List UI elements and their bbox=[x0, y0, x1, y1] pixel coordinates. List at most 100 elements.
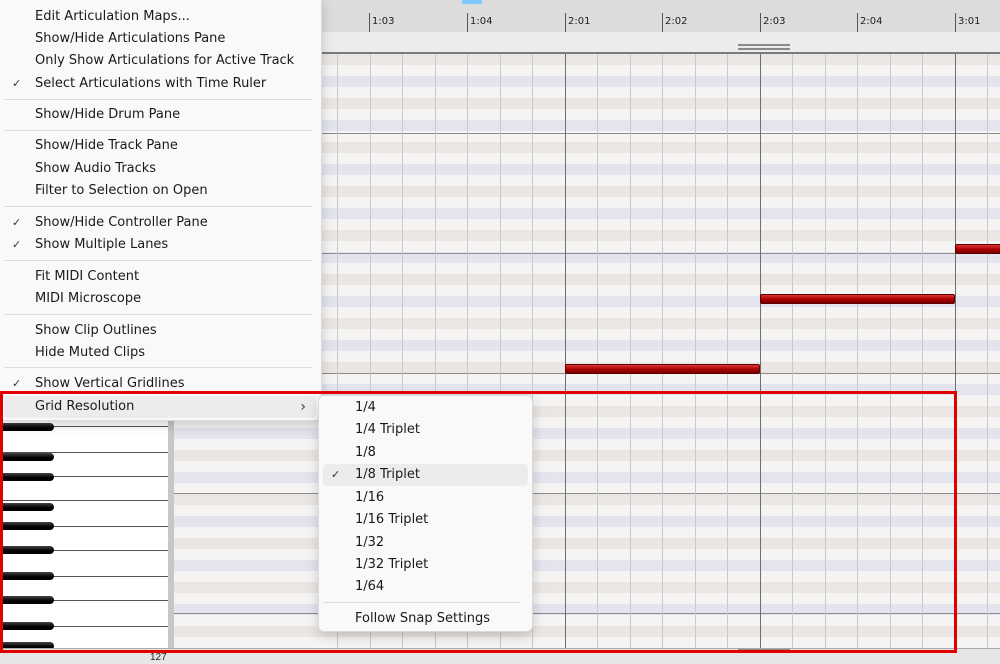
menu-item[interactable]: Edit Articulation Maps... bbox=[4, 6, 316, 28]
ruler-tick bbox=[857, 13, 858, 32]
submenu-item[interactable]: ✓ 1/8 Triplet bbox=[323, 464, 528, 486]
beat-gridline bbox=[695, 54, 696, 660]
menu-separator bbox=[4, 260, 312, 261]
submenu-item[interactable]: 1/16 Triplet bbox=[323, 509, 528, 531]
menu-separator bbox=[4, 314, 312, 315]
menu-item[interactable]: Show Audio Tracks bbox=[4, 158, 316, 180]
playhead-marker[interactable] bbox=[462, 0, 482, 4]
ruler-label: 2:01 bbox=[568, 16, 591, 27]
submenu-item[interactable]: Follow Snap Settings bbox=[323, 608, 528, 630]
ruler-label: 1:03 bbox=[372, 16, 395, 27]
menu-item[interactable]: ✓ Show/Hide Controller Pane bbox=[4, 212, 316, 234]
scroll-grip[interactable] bbox=[738, 649, 790, 651]
beat-gridline bbox=[597, 54, 598, 660]
beat-gridline bbox=[857, 54, 858, 660]
black-key[interactable] bbox=[0, 423, 54, 431]
menu-item[interactable]: ✓ Show Vertical Gridlines bbox=[4, 373, 316, 395]
menu-item-label: Show/Hide Controller Pane bbox=[35, 215, 208, 230]
menu-item[interactable]: Show Clip Outlines bbox=[4, 320, 316, 342]
piano-keyboard[interactable] bbox=[0, 420, 174, 650]
checkmark-icon: ✓ bbox=[12, 377, 22, 390]
menu-item[interactable]: Show/Hide Articulations Pane bbox=[4, 28, 316, 50]
ruler-tick bbox=[565, 13, 566, 32]
midi-note[interactable] bbox=[760, 294, 955, 304]
chevron-right-icon: › bbox=[300, 399, 306, 415]
checkmark-icon: ✓ bbox=[12, 216, 22, 229]
menu-item[interactable]: Hide Muted Clips bbox=[4, 342, 316, 364]
menu-item[interactable]: Only Show Articulations for Active Track bbox=[4, 50, 316, 72]
submenu-item[interactable]: 1/16 bbox=[323, 487, 528, 509]
ruler-tick bbox=[467, 13, 468, 32]
submenu-item[interactable]: 1/4 bbox=[323, 397, 528, 419]
black-key[interactable] bbox=[0, 503, 54, 511]
menu-item-grid-resolution[interactable]: Grid Resolution › bbox=[4, 396, 316, 418]
scroll-grip[interactable] bbox=[738, 44, 790, 46]
black-key[interactable] bbox=[0, 546, 54, 554]
submenu-item-label: 1/16 bbox=[355, 490, 385, 505]
menu-item[interactable]: ✓ Show Multiple Lanes bbox=[4, 234, 316, 256]
menu-separator bbox=[4, 130, 312, 131]
submenu-item-label: 1/64 bbox=[355, 579, 385, 594]
black-key[interactable] bbox=[0, 622, 54, 630]
beat-gridline bbox=[662, 54, 663, 660]
ruler-tick bbox=[369, 13, 370, 32]
grid-resolution-submenu: 1/4 1/4 Triplet 1/8 ✓ 1/8 Triplet 1/16 1/16 Tr… bbox=[318, 395, 533, 632]
submenu-item-label: 1/4 Triplet bbox=[355, 422, 420, 437]
menu-item-label: Fit MIDI Content bbox=[35, 269, 140, 284]
midi-note[interactable] bbox=[565, 364, 760, 374]
ruler-label: 2:04 bbox=[860, 16, 883, 27]
submenu-item[interactable]: 1/8 bbox=[323, 442, 528, 464]
checkmark-icon: ✓ bbox=[12, 238, 22, 251]
black-key[interactable] bbox=[0, 473, 54, 481]
submenu-item-label: 1/32 bbox=[355, 535, 385, 550]
scroll-grip[interactable] bbox=[738, 48, 790, 50]
black-key[interactable] bbox=[0, 572, 54, 580]
ruler-tick bbox=[662, 13, 663, 32]
menu-separator bbox=[4, 206, 312, 207]
beat-gridline bbox=[792, 54, 793, 660]
menu-separator bbox=[4, 99, 312, 100]
menu-item-label: Grid Resolution bbox=[35, 399, 135, 414]
submenu-item[interactable]: 1/32 bbox=[323, 532, 528, 554]
menu-item[interactable]: Filter to Selection on Open bbox=[4, 180, 316, 202]
menu-item[interactable]: MIDI Microscope bbox=[4, 288, 316, 310]
midi-note[interactable] bbox=[955, 244, 1000, 254]
submenu-item-label: 1/8 bbox=[355, 445, 376, 460]
beat-gridline bbox=[987, 54, 988, 660]
menu-item-label: Hide Muted Clips bbox=[35, 345, 146, 360]
bar-gridline bbox=[760, 54, 761, 660]
beat-gridline bbox=[890, 54, 891, 660]
menu-item-label: MIDI Microscope bbox=[35, 291, 142, 306]
menu-item[interactable]: Show/Hide Drum Pane bbox=[4, 104, 316, 126]
black-key[interactable] bbox=[0, 522, 54, 530]
black-key[interactable] bbox=[0, 453, 54, 461]
ruler-label: 1:04 bbox=[470, 16, 493, 27]
white-key-divider bbox=[0, 500, 168, 501]
checkmark-icon: ✓ bbox=[12, 77, 22, 90]
bar-gridline bbox=[955, 54, 956, 660]
black-key[interactable] bbox=[0, 596, 54, 604]
bar-gridline bbox=[565, 54, 566, 660]
beat-gridline bbox=[825, 54, 826, 660]
menu-item[interactable]: Show/Hide Track Pane bbox=[4, 135, 316, 157]
menu-item[interactable]: ✓ Select Articulations with Time Ruler bbox=[4, 73, 316, 95]
ruler-tick bbox=[955, 13, 956, 32]
menu-item-label: Show Audio Tracks bbox=[35, 161, 157, 176]
pitch-label: 127 bbox=[150, 652, 167, 663]
submenu-item[interactable]: 1/4 Triplet bbox=[323, 419, 528, 441]
menu-item-label: Show/Hide Track Pane bbox=[35, 138, 178, 153]
submenu-item[interactable]: 1/32 Triplet bbox=[323, 554, 528, 576]
menu-item-label: Show Clip Outlines bbox=[35, 323, 157, 338]
menu-separator bbox=[323, 602, 520, 603]
submenu-item[interactable]: 1/64 bbox=[323, 576, 528, 598]
submenu-item-label: Follow Snap Settings bbox=[355, 611, 491, 626]
beat-gridline bbox=[727, 54, 728, 660]
menu-item-label: Show Multiple Lanes bbox=[35, 237, 169, 252]
menu-item[interactable]: Fit MIDI Content bbox=[4, 266, 316, 288]
menu-item-label: Show Vertical Gridlines bbox=[35, 376, 185, 391]
submenu-item-label: 1/8 Triplet bbox=[355, 467, 420, 482]
menu-item-label: Select Articulations with Time Ruler bbox=[35, 76, 267, 91]
submenu-item-label: 1/16 Triplet bbox=[355, 512, 429, 527]
beat-gridline bbox=[922, 54, 923, 660]
ruler-label: 2:03 bbox=[763, 16, 786, 27]
